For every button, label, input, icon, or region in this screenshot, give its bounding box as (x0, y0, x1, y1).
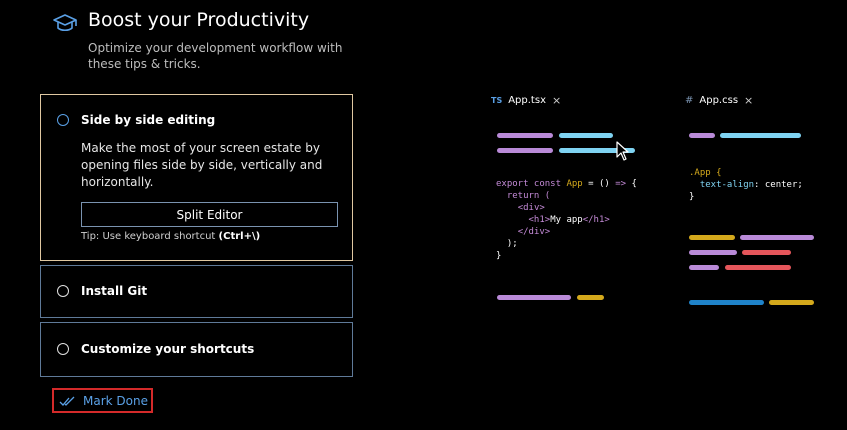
code-placeholder-bar (497, 133, 553, 138)
code-placeholder-bar (577, 295, 604, 300)
code-placeholder-bar (740, 235, 814, 240)
code-token: { (626, 179, 637, 189)
close-icon: × (744, 94, 754, 107)
step-title: Customize your shortcuts (81, 342, 255, 356)
tab-label: App.tsx (508, 95, 546, 106)
css-code-block: .App { text-align: center; } (689, 167, 803, 203)
step-title: Install Git (81, 284, 148, 298)
walkthrough-page: Boost your Productivity Optimize your de… (0, 0, 847, 430)
mouse-pointer-icon (616, 141, 629, 161)
css-icon: # (685, 95, 694, 106)
tab-label: App.css (699, 95, 739, 106)
step-customize-shortcuts[interactable]: Customize your shortcuts (40, 322, 353, 377)
step-tip: Tip: Use keyboard shortcut (Ctrl+\) (81, 231, 260, 242)
split-editor-button[interactable]: Split Editor (81, 202, 338, 227)
code-placeholder-bar (689, 133, 715, 138)
tip-shortcut: (Ctrl+\) (218, 231, 261, 242)
code-placeholder-bar (689, 250, 737, 255)
mark-done-button[interactable]: Mark Done (52, 388, 153, 413)
code-token: = () (582, 179, 616, 189)
code-token: export const (496, 179, 567, 189)
step-radio-button[interactable] (57, 114, 69, 126)
preview-tab-app-css: # App.css × (685, 94, 753, 107)
code-placeholder-bar (689, 265, 719, 270)
step-title: Side by side editing (81, 113, 216, 127)
tip-text: Tip: Use keyboard shortcut (81, 231, 219, 242)
code-placeholder-bar (720, 133, 801, 138)
code-placeholder-bar (497, 148, 553, 153)
code-token: ); (496, 239, 518, 249)
code-token: </h1> (582, 215, 610, 225)
preview-tab-app-tsx: TS App.tsx × (491, 94, 561, 107)
step-radio-button[interactable] (57, 343, 69, 355)
page-subtitle: Optimize your development workflow with … (88, 41, 343, 71)
graduation-cap-icon (53, 14, 77, 32)
code-token: .App { (689, 168, 722, 178)
step-radio-button[interactable] (57, 285, 69, 297)
code-placeholder-bar (769, 300, 814, 305)
code-token: </div> (517, 227, 551, 237)
code-token: <h1> (528, 215, 551, 225)
double-check-icon (59, 396, 75, 406)
step-install-git[interactable]: Install Git (40, 265, 353, 318)
code-token: } (496, 251, 502, 261)
mark-done-label: Mark Done (83, 393, 148, 408)
tsx-code-block: export const App = () => { return ( <div… (496, 178, 637, 262)
code-token: My app (550, 215, 583, 225)
code-placeholder-bar (559, 133, 613, 138)
step-side-by-side-editing[interactable]: Side by side editing Make the most of yo… (40, 94, 353, 261)
page-title: Boost your Productivity (88, 9, 310, 31)
code-token: : center; (754, 180, 803, 190)
code-placeholder-bar (689, 300, 764, 305)
typescript-icon: TS (491, 96, 503, 105)
code-token: App (566, 179, 583, 189)
code-token: <div> (517, 203, 545, 213)
close-icon: × (551, 94, 562, 107)
code-placeholder-bar (725, 265, 791, 270)
code-token: } (689, 192, 695, 202)
code-token: return ( (496, 191, 551, 201)
code-placeholder-bar (689, 235, 735, 240)
code-token: => (615, 179, 627, 189)
code-placeholder-bar (497, 295, 571, 300)
code-placeholder-bar (742, 250, 791, 255)
step-description: Make the most of your screen estate by o… (81, 141, 323, 189)
code-token: text-align (699, 180, 755, 190)
